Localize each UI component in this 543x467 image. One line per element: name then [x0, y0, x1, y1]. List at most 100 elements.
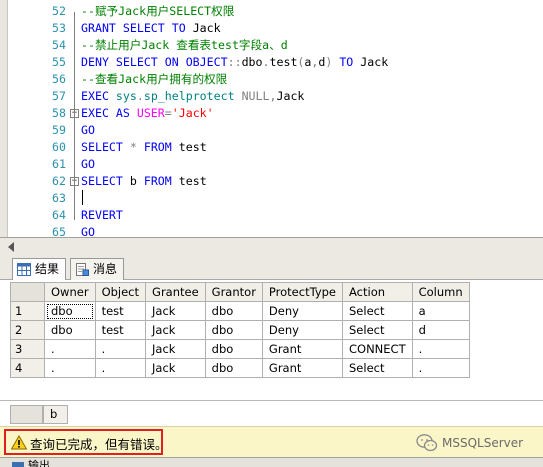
row-number[interactable]: 2: [10, 320, 45, 340]
code-token: NULL: [241, 89, 270, 103]
grid-cell[interactable]: .: [411, 358, 470, 378]
code-line[interactable]: 62−SELECT b FROM test: [0, 173, 543, 190]
line-number: 56: [52, 72, 66, 86]
code-token: ::: [227, 55, 242, 69]
grid-cell[interactable]: Jack: [145, 301, 206, 321]
code-line[interactable]: 58−EXEC AS USER='Jack': [0, 105, 543, 122]
code-text: REVERT: [81, 207, 123, 224]
code-text: GO: [81, 156, 95, 173]
watermark-text: MSSQLServer: [442, 436, 524, 450]
grid-icon: [17, 263, 31, 276]
grid-cell[interactable]: Grant: [261, 358, 344, 378]
line-number: 61: [52, 157, 66, 171]
fold-guide-line: [74, 12, 75, 220]
code-token: --赋予Jack用户SELECT权限: [81, 4, 235, 18]
code-line[interactable]: 52 --赋予Jack用户SELECT权限: [0, 3, 543, 20]
code-token: sp_helprotect: [143, 89, 242, 103]
code-line[interactable]: 64 REVERT: [0, 207, 543, 224]
grid-cell[interactable]: Select: [342, 358, 413, 378]
grid-cell[interactable]: Grant: [261, 339, 344, 359]
table-row[interactable]: 4.. Jack dbo Grant Select.: [10, 358, 470, 378]
code-token: SELECT: [81, 174, 130, 188]
grid-corner[interactable]: [10, 282, 45, 302]
tab-output[interactable]: 输出: [12, 460, 50, 467]
line-number: 60: [52, 140, 66, 154]
grid-cell[interactable]: .: [44, 339, 96, 359]
grid-cell[interactable]: Jack: [145, 320, 206, 340]
code-text: SELECT * FROM test: [81, 139, 207, 156]
table-row[interactable]: 2 dbo test Jack dbo Deny Select d: [10, 320, 470, 340]
grid-cell[interactable]: Deny: [261, 320, 344, 340]
tab-messages[interactable]: 消息: [70, 258, 124, 280]
sql-editor[interactable]: 52 --赋予Jack用户SELECT权限 53 GRANT SELECT TO Ja…: [0, 0, 543, 237]
grid-cell[interactable]: d: [411, 320, 470, 340]
grid-cell[interactable]: dbo: [204, 358, 263, 378]
code-line[interactable]: 54 --禁止用户Jack 查看表test字段a、d: [0, 37, 543, 54]
editor-results-splitter[interactable]: [0, 237, 543, 256]
code-line[interactable]: 59 GO: [0, 122, 543, 139]
code-token: DENY SELECT ON OBJECT: [81, 55, 228, 69]
code-line[interactable]: 65 GO: [0, 224, 543, 237]
grid-cell[interactable]: dbo: [44, 301, 96, 321]
line-number: 52: [52, 4, 66, 18]
grid-cell[interactable]: dbo: [204, 320, 263, 340]
grid-column-header[interactable]: Column: [411, 282, 470, 302]
grid-cell[interactable]: test: [94, 320, 147, 340]
query-status-bar: 查询已完成，但有错误。 MSSQLServer: [0, 426, 543, 457]
code-token: USER: [136, 106, 165, 120]
grid-column-header[interactable]: Grantor: [204, 282, 263, 302]
code-token: Jack: [276, 89, 305, 103]
grid-cell[interactable]: Deny: [261, 301, 344, 321]
grid-cell[interactable]: Select: [342, 301, 413, 321]
grid-cell[interactable]: Jack: [145, 339, 206, 359]
code-token: TO: [339, 55, 361, 69]
output-icon: [12, 462, 24, 467]
line-number: 58: [52, 106, 66, 120]
grid-cell[interactable]: .: [411, 339, 470, 359]
row-number[interactable]: 3: [10, 339, 45, 359]
code-line[interactable]: 53 GRANT SELECT TO Jack: [0, 20, 543, 37]
results-grid: Owner Object Grantee Grantor ProtectType Acti…: [10, 282, 470, 378]
code-line[interactable]: 61 GO: [0, 156, 543, 173]
code-token: --禁止用户Jack 查看表test字段a、d: [81, 38, 288, 52]
grid-column-header[interactable]: Grantee: [145, 282, 206, 302]
tab-results[interactable]: 结果: [12, 258, 66, 281]
message-document-icon: [76, 263, 89, 276]
grid-cell[interactable]: CONNECT: [342, 339, 413, 359]
code-text: EXEC sys.sp_helprotect NULL,Jack: [81, 88, 304, 105]
text-caret: [82, 190, 83, 205]
code-token: Jack: [192, 21, 221, 35]
row-number[interactable]: 4: [10, 358, 45, 378]
scroll-left-arrow-icon[interactable]: [8, 242, 14, 252]
grid-cell[interactable]: dbo: [44, 320, 96, 340]
code-token: test: [269, 55, 298, 69]
code-token: 'Jack': [171, 106, 214, 120]
grid2-corner[interactable]: [10, 405, 43, 424]
grid-cell[interactable]: Jack: [145, 358, 206, 378]
grid-cell[interactable]: .: [44, 358, 96, 378]
grid2-column-header[interactable]: b: [43, 405, 68, 424]
grid-cell[interactable]: Select: [342, 320, 413, 340]
code-line[interactable]: 56 --查看Jack用户拥有的权限: [0, 71, 543, 88]
grid-column-header[interactable]: Action: [342, 282, 413, 302]
code-token: sys: [115, 89, 137, 103]
line-number: 62: [52, 174, 66, 188]
line-number: 65: [52, 225, 66, 237]
code-line[interactable]: 60 SELECT * FROM test: [0, 139, 543, 156]
code-token: dbo: [241, 55, 263, 69]
grid-cell[interactable]: dbo: [204, 339, 263, 359]
table-row[interactable]: 3.. Jack dbo Grant CONNECT.: [10, 339, 470, 359]
grid-cell[interactable]: test: [94, 301, 147, 321]
row-number[interactable]: 1: [10, 301, 45, 321]
grid-cell[interactable]: .: [94, 358, 147, 378]
code-line[interactable]: 55 DENY SELECT ON OBJECT::dbo.test(a,d) T…: [0, 54, 543, 71]
table-row[interactable]: 1 dbo test Jack dbo Deny Select a: [10, 301, 470, 321]
grid-cell[interactable]: dbo: [204, 301, 263, 321]
grid-cell[interactable]: .: [94, 339, 147, 359]
code-line[interactable]: 57 EXEC sys.sp_helprotect NULL,Jack: [0, 88, 543, 105]
grid-cell[interactable]: a: [411, 301, 470, 321]
grid-column-header[interactable]: Object: [94, 282, 147, 302]
grid-column-header[interactable]: ProtectType: [261, 282, 344, 302]
code-token: .: [136, 89, 144, 103]
grid-column-header[interactable]: Owner: [44, 282, 96, 302]
